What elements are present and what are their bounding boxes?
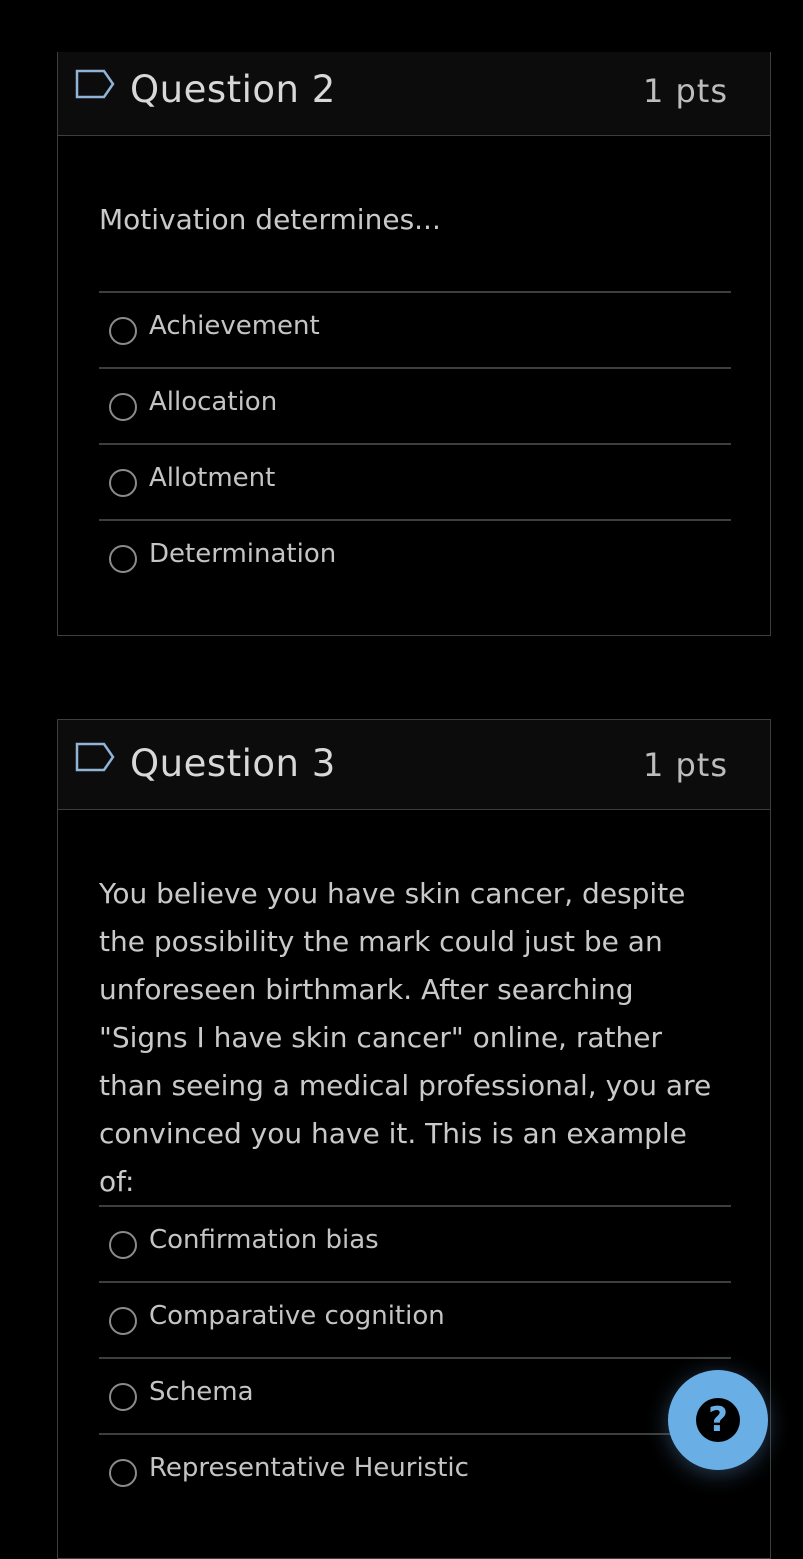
question-card-2: Question 2 1 pts Motivation determines..… — [57, 52, 771, 636]
question-text: You believe you have skin cancer, despit… — [99, 877, 712, 1198]
radio-button[interactable] — [109, 393, 137, 421]
flag-question-icon[interactable] — [74, 741, 116, 773]
answer-label[interactable]: Schema — [149, 1377, 254, 1407]
help-button[interactable]: ? — [668, 1370, 768, 1470]
answer-option[interactable]: Schema — [99, 1357, 731, 1433]
answer-option[interactable]: Determination — [99, 519, 731, 595]
question-circle-icon: ? — [696, 1398, 740, 1442]
radio-button[interactable] — [109, 545, 137, 573]
radio-button[interactable] — [109, 1307, 137, 1335]
answer-label[interactable]: Achievement — [149, 311, 320, 341]
answer-option[interactable]: Allocation — [99, 367, 731, 443]
answer-option[interactable]: Representative Heuristic — [99, 1433, 731, 1509]
radio-button[interactable] — [109, 317, 137, 345]
question-card-3: Question 3 1 pts You believe you have sk… — [57, 719, 771, 1559]
answer-label[interactable]: Comparative cognition — [149, 1301, 445, 1331]
radio-button[interactable] — [109, 1383, 137, 1411]
question-text: Motivation determines... — [99, 203, 441, 236]
question-title: Question 2 — [130, 68, 336, 111]
answer-option[interactable]: Allotment — [99, 443, 731, 519]
answer-option[interactable]: Confirmation bias — [99, 1205, 731, 1281]
answer-list: Achievement Allocation Allotment Determi… — [99, 291, 731, 595]
radio-button[interactable] — [109, 469, 137, 497]
answer-label[interactable]: Allocation — [149, 387, 277, 417]
question-header: Question 3 1 pts — [58, 720, 770, 810]
answer-option[interactable]: Achievement — [99, 291, 731, 367]
answer-list: Confirmation bias Comparative cognition … — [99, 1205, 731, 1509]
answer-label[interactable]: Representative Heuristic — [149, 1453, 469, 1483]
answer-option[interactable]: Comparative cognition — [99, 1281, 731, 1357]
question-points: 1 pts — [642, 746, 728, 784]
flag-question-icon[interactable] — [74, 68, 116, 100]
question-points: 1 pts — [642, 72, 728, 110]
question-header: Question 2 1 pts — [58, 52, 770, 136]
answer-label[interactable]: Allotment — [149, 463, 275, 493]
radio-button[interactable] — [109, 1231, 137, 1259]
answer-label[interactable]: Determination — [149, 539, 336, 569]
question-title: Question 3 — [130, 742, 336, 785]
radio-button[interactable] — [109, 1459, 137, 1487]
answer-label[interactable]: Confirmation bias — [149, 1225, 379, 1255]
